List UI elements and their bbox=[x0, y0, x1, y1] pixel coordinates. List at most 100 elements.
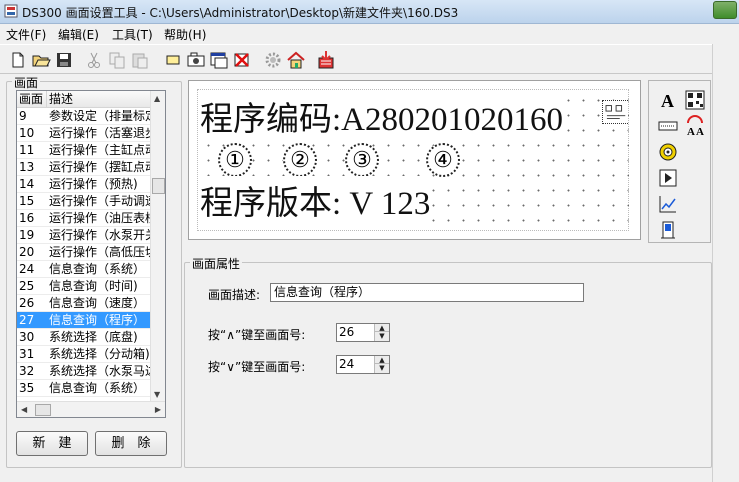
up-key-target-spin-buttons[interactable]: ▲ ▼ bbox=[374, 324, 389, 341]
list-header: 画面 描述 bbox=[17, 91, 151, 108]
list-row[interactable]: 25 信息查询（时间) bbox=[17, 278, 151, 295]
delete-icon[interactable] bbox=[232, 50, 252, 70]
list-row[interactable]: 19 运行操作（水泵开关 bbox=[17, 227, 151, 244]
app-icon bbox=[4, 4, 18, 18]
rectangle-icon[interactable] bbox=[163, 50, 183, 70]
list-cell-screen-number: 30 bbox=[19, 330, 35, 344]
tool-palette: A AA bbox=[648, 80, 711, 243]
list-row[interactable]: 13 运行操作（摆缸点动 bbox=[17, 159, 151, 176]
delete-button[interactable]: 删 除 bbox=[95, 431, 167, 456]
rotate-A-icon[interactable]: AA bbox=[684, 115, 706, 137]
switch-icon[interactable] bbox=[657, 219, 679, 241]
up-key-target-value[interactable]: 26 bbox=[339, 325, 354, 339]
list-row[interactable]: 26 信息查询（速度） bbox=[17, 295, 151, 312]
preview-circle-4[interactable]: ④ bbox=[426, 143, 460, 177]
save-icon[interactable] bbox=[54, 50, 74, 70]
preview-circle-1[interactable]: ① bbox=[218, 143, 252, 177]
down-key-target-value[interactable]: 24 bbox=[339, 357, 354, 371]
screen-list[interactable]: 画面 描述 9 参数设定（排量标定 10 运行操作（活塞退步 11 运行操作（主缸点动 13… bbox=[16, 90, 166, 418]
list-cell-screen-number: 13 bbox=[19, 160, 35, 174]
screen-properties-title: 画面属性 bbox=[190, 255, 243, 272]
new-file-icon[interactable] bbox=[8, 50, 28, 70]
copy-icon[interactable] bbox=[107, 50, 127, 70]
list-cell-screen-number: 35 bbox=[19, 381, 35, 395]
spin-increment-icon[interactable]: ▲ bbox=[375, 356, 389, 364]
horizontal-scrollbar[interactable]: ◀ ▶ bbox=[17, 401, 165, 417]
description-input[interactable]: 信息查询（程序） bbox=[270, 283, 584, 302]
text-A-icon[interactable]: A bbox=[657, 89, 679, 111]
list-cell-screen-number: 32 bbox=[19, 364, 35, 378]
screen-preview-canvas[interactable]: 程序编码:A280201020160 ① ② ③ ④ 程序版本: V 123 bbox=[197, 89, 629, 231]
up-key-target-spinner[interactable]: 26 ▲ ▼ bbox=[336, 323, 390, 342]
list-cell-description: 系统选择（分动箱) bbox=[49, 347, 150, 361]
list-row[interactable]: 27 信息查询（程序） bbox=[17, 312, 151, 329]
list-cell-description: 参数设定（排量标定 bbox=[49, 109, 151, 123]
scroll-up-icon[interactable]: ▲ bbox=[154, 94, 160, 103]
new-button[interactable]: 新 建 bbox=[16, 431, 88, 456]
column-header-description[interactable]: 描述 bbox=[47, 91, 151, 108]
scroll-left-icon[interactable]: ◀ bbox=[21, 405, 27, 414]
column-header-screen[interactable]: 画面 bbox=[17, 91, 47, 108]
preview-text-program-code[interactable]: 程序编码:A280201020160 bbox=[200, 92, 563, 140]
list-row[interactable]: 10 运行操作（活塞退步 bbox=[17, 125, 151, 142]
list-cell-description: 信息查询（程序） bbox=[49, 313, 146, 327]
list-rows: 9 参数设定（排量标定 10 运行操作（活塞退步 11 运行操作（主缸点动 13 运行操作（摆… bbox=[17, 108, 151, 397]
number-field-icon[interactable] bbox=[657, 115, 679, 137]
menu-help[interactable]: 帮助(H) bbox=[164, 26, 206, 43]
list-cell-description: 运行操作（主缸点动 bbox=[49, 143, 151, 157]
vertical-scroll-thumb[interactable] bbox=[152, 178, 165, 194]
window-icon[interactable] bbox=[209, 50, 229, 70]
preview-circle-3[interactable]: ③ bbox=[345, 143, 379, 177]
open-folder-icon[interactable] bbox=[31, 50, 51, 70]
window-control-button[interactable] bbox=[713, 1, 737, 19]
list-row[interactable]: 9 参数设定（排量标定 bbox=[17, 108, 151, 125]
horizontal-scroll-thumb[interactable] bbox=[35, 404, 51, 416]
list-row[interactable]: 30 系统选择（底盘) bbox=[17, 329, 151, 346]
vertical-scrollbar[interactable]: ▲ ▼ bbox=[150, 91, 165, 402]
list-cell-description: 运行操作（手动调速 bbox=[49, 194, 151, 208]
list-row[interactable]: 35 信息查询（系统） bbox=[17, 380, 151, 397]
list-row[interactable]: 15 运行操作（手动调速 bbox=[17, 193, 151, 210]
screen-list-group-title: 画面 bbox=[12, 74, 41, 91]
window-title: DS300 画面设置工具 - C:\Users\Administrator\De… bbox=[22, 6, 459, 20]
qr-icon[interactable] bbox=[684, 89, 706, 111]
down-key-target-spinner[interactable]: 24 ▲ ▼ bbox=[336, 355, 390, 374]
list-cell-screen-number: 20 bbox=[19, 245, 35, 259]
barcode-icon[interactable] bbox=[602, 100, 628, 124]
play-icon[interactable] bbox=[657, 167, 679, 189]
list-row[interactable]: 24 信息查询（系统） bbox=[17, 261, 151, 278]
description-label: 画面描述: bbox=[208, 288, 261, 302]
list-row[interactable]: 11 运行操作（主缸点动 bbox=[17, 142, 151, 159]
spin-decrement-icon[interactable]: ▼ bbox=[375, 364, 389, 372]
spin-decrement-icon[interactable]: ▼ bbox=[375, 332, 389, 340]
menu-bar: 文件(F) 编辑(E) 工具(T) 帮助(H) bbox=[0, 24, 739, 43]
paste-icon[interactable] bbox=[130, 50, 150, 70]
indicator-lamp-icon[interactable] bbox=[657, 141, 679, 163]
spin-increment-icon[interactable]: ▲ bbox=[375, 324, 389, 332]
list-row[interactable]: 31 系统选择（分动箱) bbox=[17, 346, 151, 363]
list-cell-description: 运行操作（摆缸点动 bbox=[49, 160, 151, 174]
cut-icon[interactable] bbox=[84, 50, 104, 70]
menu-edit[interactable]: 编辑(E) bbox=[58, 26, 99, 43]
scroll-down-icon[interactable]: ▼ bbox=[154, 390, 160, 399]
trend-chart-icon[interactable] bbox=[657, 193, 679, 215]
title-bar: DS300 画面设置工具 - C:\Users\Administrator\De… bbox=[0, 0, 739, 24]
camera-icon[interactable] bbox=[186, 50, 206, 70]
list-row[interactable]: 14 运行操作（预热) bbox=[17, 176, 151, 193]
list-cell-description: 信息查询（速度） bbox=[49, 296, 146, 310]
gear-icon[interactable] bbox=[263, 50, 283, 70]
list-cell-screen-number: 19 bbox=[19, 228, 35, 242]
list-row[interactable]: 20 运行操作（高低压切 bbox=[17, 244, 151, 261]
list-row[interactable]: 16 运行操作（油压表校 bbox=[17, 210, 151, 227]
export-icon[interactable] bbox=[316, 50, 336, 70]
menu-tools[interactable]: 工具(T) bbox=[112, 26, 153, 43]
preview-circle-2[interactable]: ② bbox=[283, 143, 317, 177]
window-edge bbox=[712, 44, 739, 482]
svg-text:A: A bbox=[696, 126, 704, 137]
preview-text-program-version[interactable]: 程序版本: V 123 bbox=[200, 176, 431, 224]
list-row[interactable]: 32 系统选择（水泵马达 bbox=[17, 363, 151, 380]
home-icon[interactable] bbox=[286, 50, 306, 70]
scroll-right-icon[interactable]: ▶ bbox=[155, 405, 161, 414]
menu-file[interactable]: 文件(F) bbox=[6, 26, 46, 43]
down-key-target-spin-buttons[interactable]: ▲ ▼ bbox=[374, 356, 389, 373]
